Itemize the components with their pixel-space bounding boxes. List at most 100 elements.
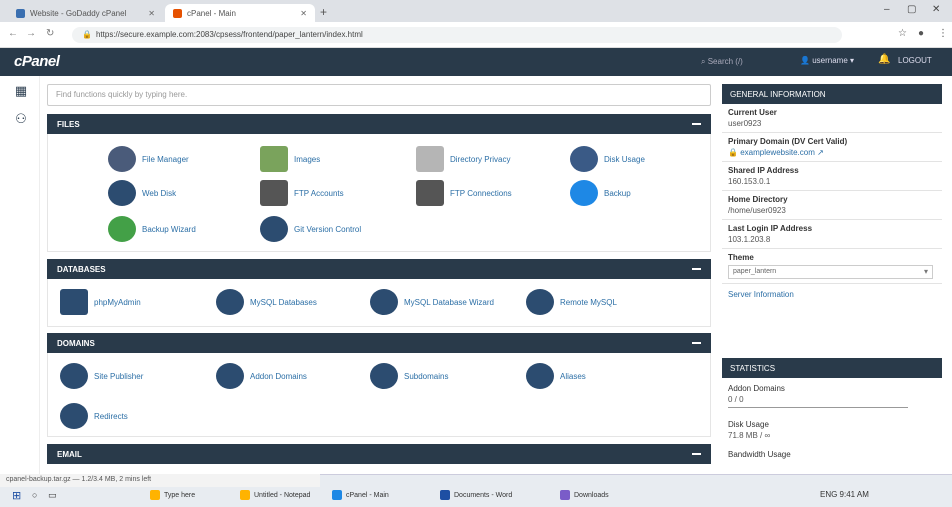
section-domains-header[interactable]: DOMAINS bbox=[47, 333, 711, 353]
mysql-wizard-icon bbox=[370, 289, 398, 315]
header-search-input[interactable]: ⌕ Search (/) bbox=[697, 54, 767, 70]
close-window-icon[interactable]: ✕ bbox=[932, 4, 940, 15]
collapse-icon[interactable] bbox=[692, 453, 701, 455]
tab-favicon-icon bbox=[173, 8, 182, 18]
lock-icon: 🔒 bbox=[82, 30, 92, 39]
ftp-connections-icon bbox=[416, 180, 444, 206]
tool-label: Addon Domains bbox=[250, 371, 307, 381]
stat-domains-label: Addon Domains bbox=[728, 384, 785, 393]
section-title: DATABASES bbox=[57, 265, 106, 274]
tool-git[interactable]: Git Version Control bbox=[260, 214, 361, 244]
theme-block: Theme paper_lantern bbox=[722, 249, 942, 284]
taskbar-item-label: Downloads bbox=[574, 491, 609, 499]
taskbar-item[interactable]: Type here bbox=[150, 486, 195, 504]
star-icon[interactable]: ☆ bbox=[898, 28, 907, 39]
tool-label: Web Disk bbox=[142, 188, 177, 198]
aliases-icon bbox=[526, 363, 554, 389]
tab-close-icon[interactable]: ✕ bbox=[300, 9, 307, 18]
search-placeholder: Search (/) bbox=[707, 57, 743, 66]
browser-tab-2[interactable]: cPanel - Main ✕ bbox=[165, 4, 315, 22]
taskbar-app-icon bbox=[332, 490, 342, 500]
theme-select[interactable]: paper_lantern bbox=[728, 265, 933, 279]
tool-remote-mysql[interactable]: Remote MySQL bbox=[526, 287, 617, 317]
back-icon[interactable]: ← bbox=[8, 28, 18, 39]
remote-mysql-icon bbox=[526, 289, 554, 315]
maximize-icon[interactable]: ▢ bbox=[907, 4, 916, 15]
server-information-link[interactable]: Server Information bbox=[728, 290, 936, 299]
notifications-bell-icon[interactable]: 🔔 bbox=[878, 54, 890, 65]
address-bar: ← → ↻ 🔒 https://secure.example.com:2083/c… bbox=[0, 22, 952, 48]
tool-addon-domains[interactable]: Addon Domains bbox=[216, 361, 307, 391]
tool-redirects[interactable]: Redirects bbox=[60, 401, 128, 431]
minimize-icon[interactable]: – bbox=[884, 4, 890, 15]
profile-icon[interactable]: ● bbox=[918, 28, 924, 39]
tool-label: phpMyAdmin bbox=[94, 297, 141, 307]
tool-label: Remote MySQL bbox=[560, 297, 617, 307]
tool-label: Disk Usage bbox=[604, 154, 645, 164]
tool-ftp-connections[interactable]: FTP Connections bbox=[416, 178, 512, 208]
tool-label: Site Publisher bbox=[94, 371, 144, 381]
home-grid-icon[interactable]: ▦ bbox=[13, 84, 29, 98]
browser-tab-1[interactable]: Website - GoDaddy cPanel ✕ bbox=[8, 4, 163, 22]
section-files-header[interactable]: FILES bbox=[47, 114, 711, 134]
tool-site-publisher[interactable]: Site Publisher bbox=[60, 361, 143, 391]
new-tab-icon[interactable]: + bbox=[320, 5, 327, 19]
logout-button[interactable]: LOGOUT bbox=[898, 56, 932, 65]
taskbar-search-icon[interactable]: ○ bbox=[32, 490, 37, 500]
user-menu[interactable]: 👤 username ▾ bbox=[800, 56, 854, 65]
tool-disk-usage[interactable]: Disk Usage bbox=[570, 144, 645, 174]
home-directory-block: Home Directory /home/user0923 bbox=[722, 191, 942, 220]
reload-icon[interactable]: ↻ bbox=[46, 28, 54, 39]
tool-subdomains[interactable]: Subdomains bbox=[370, 361, 448, 391]
tool-backup-wizard[interactable]: Backup Wizard bbox=[108, 214, 196, 244]
taskbar-item[interactable]: Downloads bbox=[560, 486, 609, 504]
collapse-icon[interactable] bbox=[692, 123, 701, 125]
statistics-panel: Addon Domains 0 / 0 Disk Usage 71.8 MB /… bbox=[722, 380, 942, 463]
collapse-icon[interactable] bbox=[692, 268, 701, 270]
tab-close-icon[interactable]: ✕ bbox=[148, 9, 155, 18]
tool-web-disk[interactable]: Web Disk bbox=[108, 178, 176, 208]
taskbar-item[interactable]: Documents - Word bbox=[440, 486, 512, 504]
url-field[interactable]: 🔒 https://secure.example.com:2083/cpsess/… bbox=[72, 27, 842, 43]
cpanel-logo[interactable]: cPanel bbox=[14, 53, 60, 70]
images-icon bbox=[260, 146, 288, 172]
taskbar-item[interactable]: cPanel - Main bbox=[332, 486, 389, 504]
tool-images[interactable]: Images bbox=[260, 144, 320, 174]
tool-mysql-databases[interactable]: MySQL Databases bbox=[216, 287, 317, 317]
tool-label: Redirects bbox=[94, 411, 128, 421]
last-login-label: Last Login IP Address bbox=[728, 224, 813, 233]
current-user-label: Current User bbox=[728, 108, 777, 117]
stats-users-icon[interactable]: ⚇ bbox=[13, 112, 29, 126]
taskbar-item-label: Untitled - Notepad bbox=[254, 491, 311, 499]
function-filter-input[interactable]: Find functions quickly by typing here. bbox=[47, 84, 711, 106]
tool-file-manager[interactable]: File Manager bbox=[108, 144, 189, 174]
primary-domain-label: Primary Domain (DV Cert Valid) bbox=[728, 137, 848, 146]
tool-phpmyadmin[interactable]: phpMyAdmin bbox=[60, 287, 141, 317]
tab-title: Website - GoDaddy cPanel bbox=[30, 8, 127, 18]
tool-mysql-wizard[interactable]: MySQL Database Wizard bbox=[370, 287, 494, 317]
section-databases-body: phpMyAdmin MySQL Databases MySQL Database … bbox=[47, 279, 711, 327]
tool-backup[interactable]: Backup bbox=[570, 178, 631, 208]
home-directory-label: Home Directory bbox=[728, 195, 788, 204]
taskbar-item[interactable]: Untitled - Notepad bbox=[240, 486, 310, 504]
menu-icon[interactable]: ⋮ bbox=[938, 28, 948, 39]
task-view-icon[interactable]: ▭ bbox=[48, 490, 57, 501]
current-user-block: Current User user0923 bbox=[722, 104, 942, 133]
section-email-header[interactable]: EMAIL bbox=[47, 444, 711, 464]
git-icon bbox=[260, 216, 288, 242]
shared-ip-value: 160.153.0.1 bbox=[728, 177, 771, 186]
web-disk-icon bbox=[108, 180, 136, 206]
forward-icon[interactable]: → bbox=[26, 28, 36, 39]
system-tray[interactable]: ENG 9:41 AM bbox=[820, 490, 869, 499]
taskbar-item-label: cPanel - Main bbox=[346, 491, 389, 499]
tool-aliases[interactable]: Aliases bbox=[526, 361, 586, 391]
primary-domain-link[interactable]: 🔒 examplewebsite.com ↗ bbox=[728, 148, 936, 157]
collapse-icon[interactable] bbox=[692, 342, 701, 344]
ftp-accounts-icon bbox=[260, 180, 288, 206]
section-databases-header[interactable]: DATABASES bbox=[47, 259, 711, 279]
last-login-block: Last Login IP Address 103.1.203.8 bbox=[722, 220, 942, 249]
start-windows-icon[interactable]: ⊞ bbox=[12, 489, 21, 502]
backup-icon bbox=[570, 180, 598, 206]
tool-ftp-accounts[interactable]: FTP Accounts bbox=[260, 178, 344, 208]
tool-directory-privacy[interactable]: Directory Privacy bbox=[416, 144, 510, 174]
